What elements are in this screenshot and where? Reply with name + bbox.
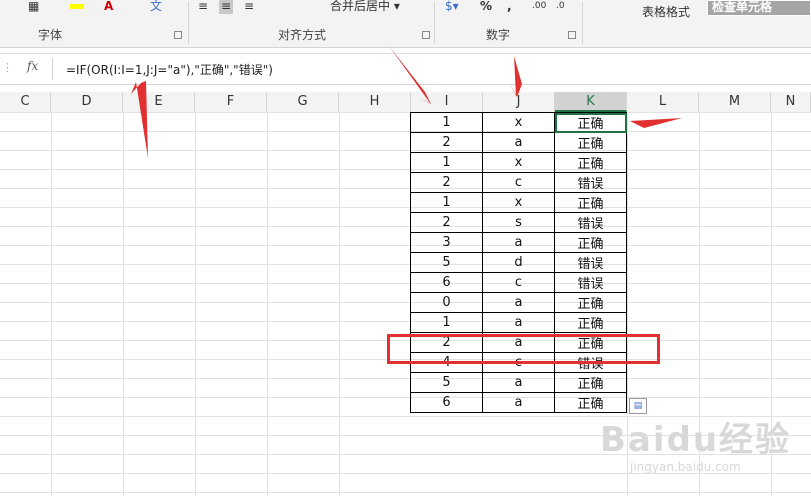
arrow-column-j (510, 56, 522, 97)
arrow-cell-k (630, 114, 682, 128)
arrow-column-i (389, 46, 431, 104)
watermark-logo: Baidu经验 (600, 420, 792, 460)
arrow-formula (131, 81, 148, 158)
watermark-url: jingyan.baidu.com (630, 460, 741, 474)
